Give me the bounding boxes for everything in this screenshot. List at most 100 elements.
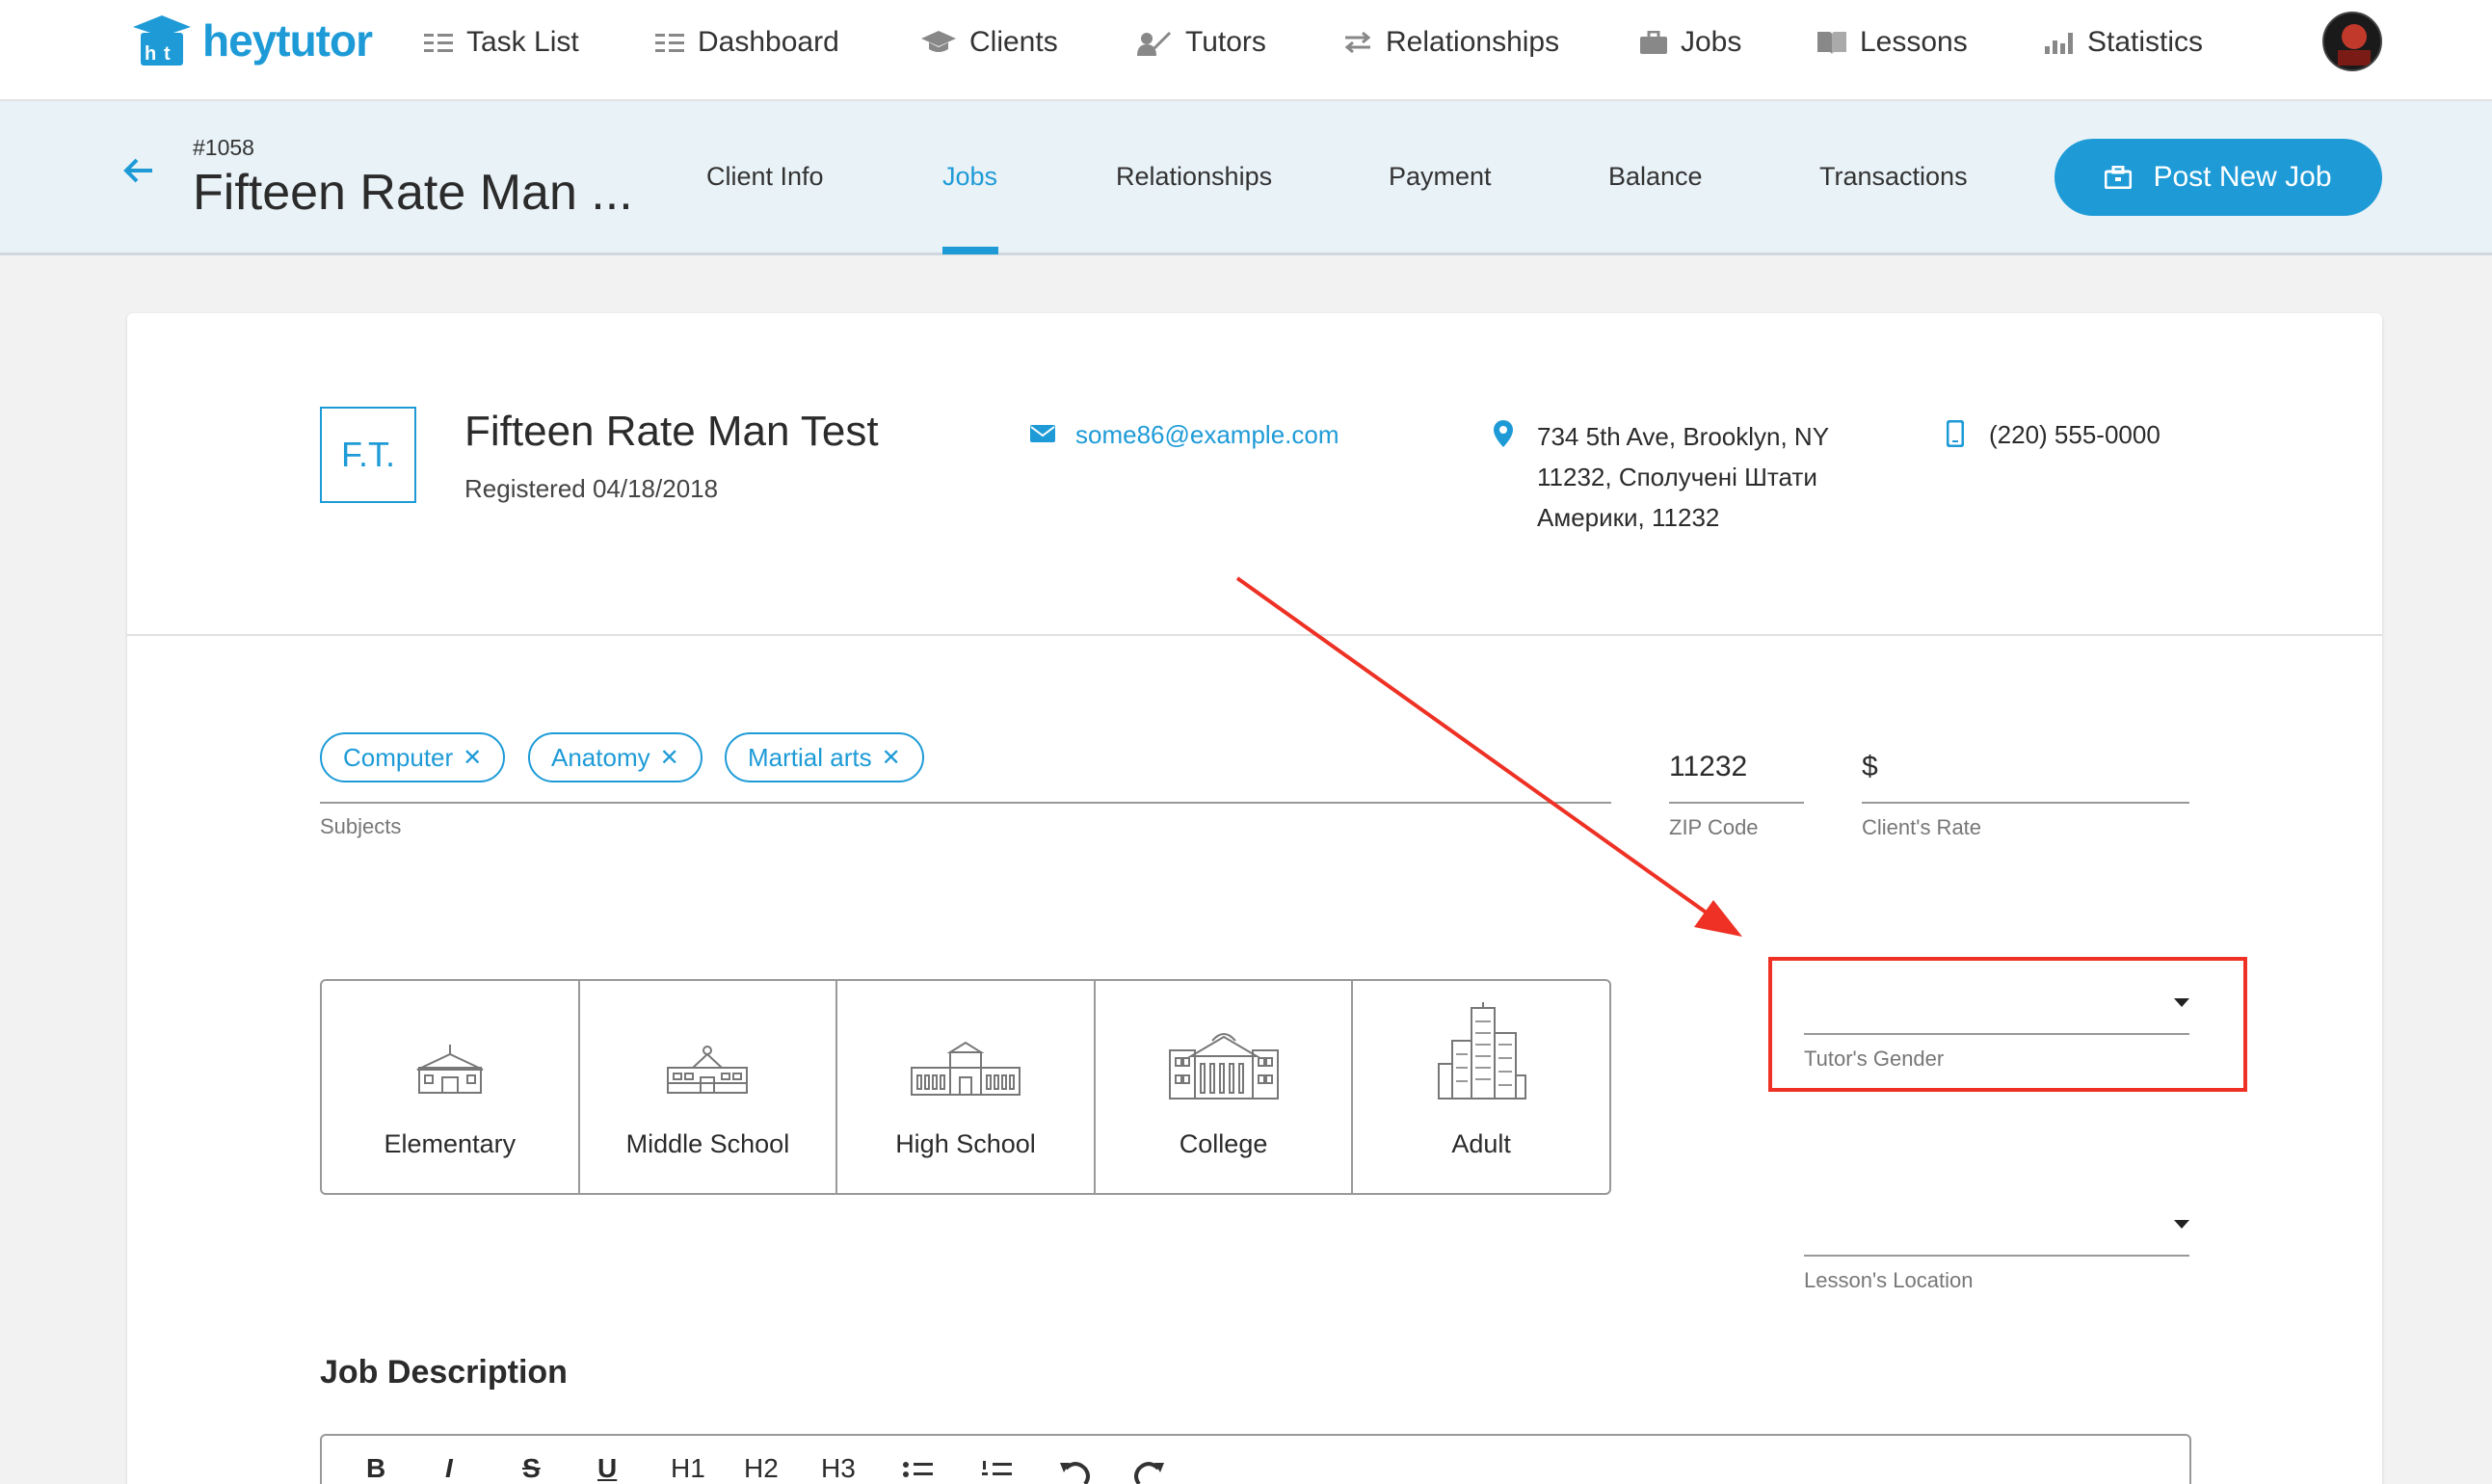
annotation-highlight-box — [1768, 957, 2247, 1092]
nav-task-list[interactable]: Task List — [424, 19, 579, 66]
nav-label: Jobs — [1681, 26, 1742, 58]
rate-label: Client's Rate — [1862, 815, 1982, 839]
arrows-swap-icon — [1344, 31, 1371, 54]
graduation-cap-icon — [921, 31, 956, 52]
level-college[interactable]: College — [1096, 981, 1354, 1193]
registered-date: Registered 04/18/2018 — [464, 474, 719, 503]
client-email-link[interactable]: some86@example.com — [1075, 420, 1339, 450]
zip-underline — [1669, 802, 1804, 804]
remove-chip-icon[interactable]: ✕ — [660, 744, 679, 772]
book-icon — [1817, 32, 1846, 55]
nav-lessons[interactable]: Lessons — [1817, 19, 1968, 66]
post-new-job-button[interactable]: Post New Job — [2055, 139, 2382, 216]
heading1-button[interactable]: H1 — [671, 1453, 705, 1484]
tab-jobs[interactable]: Jobs — [942, 162, 997, 192]
remove-chip-icon[interactable]: ✕ — [463, 744, 482, 772]
level-label: Middle School — [625, 1129, 790, 1158]
svg-text:t: t — [164, 43, 171, 65]
undo-icon[interactable] — [1058, 1459, 1091, 1484]
job-id: #1058 — [193, 135, 254, 160]
address-line: 11232, Сполучені Штати — [1537, 463, 1817, 491]
svg-text:h: h — [145, 43, 156, 65]
remove-chip-icon[interactable]: ✕ — [882, 744, 901, 772]
nav-statistics[interactable]: Statistics — [2045, 19, 2203, 66]
italic-button[interactable]: I — [445, 1453, 453, 1484]
card-divider — [127, 634, 2382, 636]
nav-jobs[interactable]: Jobs — [1640, 19, 1741, 66]
level-middle-school[interactable]: Middle School — [580, 981, 838, 1193]
subject-chip[interactable]: Computer ✕ — [320, 732, 506, 782]
client-rate-input[interactable]: $ — [1862, 751, 1878, 783]
heytutor-logo[interactable]: h t heytutor — [129, 12, 373, 69]
rate-underline — [1862, 802, 2189, 804]
lesson-location-select[interactable] — [1804, 1255, 2189, 1257]
lesson-location-label: Lesson's Location — [1804, 1268, 1974, 1292]
subjects-input[interactable] — [320, 802, 1611, 804]
address-line: Америки, 11232 — [1537, 503, 1720, 532]
nav-relationships[interactable]: Relationships — [1343, 19, 1559, 66]
level-elementary[interactable]: Elementary — [322, 981, 580, 1193]
nav-label: Statistics — [2087, 26, 2204, 58]
bullet-list-icon[interactable] — [902, 1461, 935, 1484]
heading2-button[interactable]: H2 — [744, 1453, 779, 1484]
nav-label: Relationships — [1386, 26, 1560, 58]
tab-relationships[interactable]: Relationships — [1116, 162, 1272, 192]
strikethrough-button[interactable]: S — [522, 1453, 541, 1484]
level-high-school[interactable]: High School — [837, 981, 1096, 1193]
briefcase-icon — [2105, 166, 2133, 189]
phone-icon — [1947, 420, 1964, 447]
level-label: Elementary — [384, 1129, 517, 1158]
school-building-icon — [416, 1045, 484, 1094]
page-title: Fifteen Rate Man ... — [193, 165, 633, 221]
level-label: High School — [895, 1129, 1036, 1158]
active-tab-indicator — [942, 247, 998, 254]
client-address: 734 5th Ave, Brooklyn, NY 11232, Сполуче… — [1537, 416, 1913, 538]
list-icon — [424, 34, 453, 52]
client-phone: (220) 555-0000 — [1989, 420, 2161, 449]
tab-balance[interactable]: Balance — [1608, 162, 1703, 192]
zip-label: ZIP Code — [1669, 815, 1759, 839]
tab-payment[interactable]: Payment — [1389, 162, 1492, 192]
tab-transactions[interactable]: Transactions — [1819, 162, 1968, 192]
city-buildings-icon — [1438, 1002, 1527, 1100]
client-name: Fifteen Rate Man Test — [464, 408, 879, 455]
client-initials-avatar: F.T. — [320, 407, 416, 503]
user-avatar[interactable] — [2322, 12, 2382, 71]
nav-label: Clients — [969, 26, 1058, 58]
tab-client-info[interactable]: Client Info — [706, 162, 824, 192]
envelope-icon — [1030, 425, 1055, 442]
briefcase-icon — [1640, 31, 1667, 54]
list-icon — [655, 34, 684, 52]
back-arrow-icon[interactable] — [123, 157, 154, 184]
post-new-job-label: Post New Job — [2153, 161, 2332, 193]
zip-code-input[interactable]: 11232 — [1669, 751, 1747, 783]
chevron-down-icon[interactable] — [2174, 1220, 2189, 1229]
level-label: Adult — [1451, 1129, 1511, 1158]
nav-clients[interactable]: Clients — [921, 19, 1058, 66]
chip-label: Computer — [343, 742, 454, 772]
student-level-selector: Elementary Middle School High School Col… — [320, 979, 1611, 1195]
address-line: 734 5th Ave, Brooklyn, NY — [1537, 422, 1830, 451]
numbered-list-icon[interactable] — [981, 1461, 1014, 1484]
college-building-icon — [1168, 1033, 1279, 1100]
underline-button[interactable]: U — [597, 1453, 617, 1484]
chip-label: Martial arts — [748, 742, 872, 772]
subject-chip[interactable]: Martial arts ✕ — [725, 732, 924, 782]
brand-name: heytutor — [202, 15, 373, 66]
subject-chip[interactable]: Anatomy ✕ — [528, 732, 703, 782]
job-description-heading: Job Description — [320, 1354, 568, 1391]
school-building-icon — [910, 1041, 1021, 1096]
location-pin-icon — [1494, 420, 1513, 447]
bold-button[interactable]: B — [366, 1453, 385, 1484]
school-building-icon — [667, 1046, 749, 1094]
nav-tutors[interactable]: Tutors — [1137, 19, 1266, 66]
nav-dashboard[interactable]: Dashboard — [655, 19, 839, 66]
nav-label: Lessons — [1860, 26, 1968, 58]
subjects-label: Subjects — [320, 814, 402, 838]
chip-label: Anatomy — [551, 742, 650, 772]
heading3-button[interactable]: H3 — [821, 1453, 856, 1484]
top-navbar: h t heytutor Task List Dashboard Clients… — [0, 0, 2492, 101]
level-adult[interactable]: Adult — [1353, 981, 1609, 1193]
logo-mark-icon: h t — [129, 12, 195, 69]
redo-icon[interactable] — [1133, 1459, 1166, 1484]
